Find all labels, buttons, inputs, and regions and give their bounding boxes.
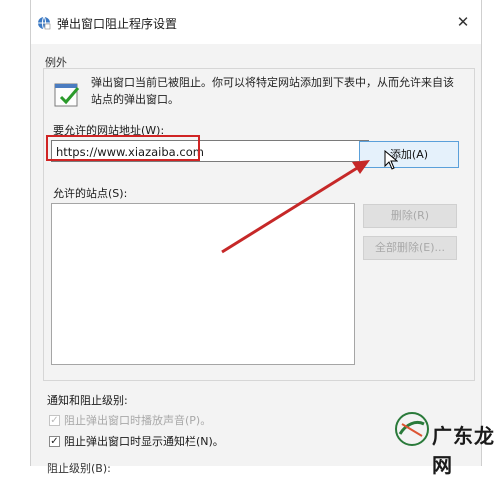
watermark-text: 广东龙网 <box>432 424 495 477</box>
show-notification-bar-option[interactable]: ✓ 阻止弹出窗口时显示通知栏(N)。 <box>49 433 224 449</box>
notifications-group-label: 通知和阻止级别: <box>47 394 128 407</box>
exceptions-description: 弹出窗口当前已被阻止。你可以将特定网站添加到下表中，从而允许来自该站点的弹出窗口… <box>91 76 454 106</box>
show-notification-bar-checkbox[interactable]: ✓ <box>49 435 60 447</box>
popup-blocker-settings-dialog: 弹出窗口阻止程序设置 ✕ 例外 弹出窗口当前已被阻止。你可以将特定网站添加到下表… <box>30 0 482 475</box>
title-bar: 弹出窗口阻止程序设置 ✕ <box>31 0 481 44</box>
block-level-label: 阻止级别(B): <box>47 462 111 475</box>
popup-allowed-icon <box>54 83 80 107</box>
play-sound-option[interactable]: ✓ 阻止弹出窗口时播放声音(P)。 <box>49 412 211 428</box>
play-sound-checkbox[interactable]: ✓ <box>49 414 60 426</box>
allowed-sites-label: 允许的站点(S): <box>53 187 128 200</box>
mouse-cursor-icon <box>384 150 398 170</box>
window-title: 弹出窗口阻止程序设置 <box>57 17 178 31</box>
remove-all-button[interactable]: 全部删除(E)... <box>363 236 457 260</box>
add-button[interactable]: 添加(A) <box>359 141 459 168</box>
highlight-box <box>46 135 200 161</box>
play-sound-label: 阻止弹出窗口时播放声音(P)。 <box>64 414 212 427</box>
show-notification-bar-label: 阻止弹出窗口时显示通知栏(N)。 <box>64 435 224 448</box>
allowed-sites-list[interactable] <box>51 203 355 365</box>
watermark-logo-icon <box>395 412 429 446</box>
remove-button[interactable]: 删除(R) <box>363 204 457 228</box>
ie-globe-icon <box>38 16 51 30</box>
close-button[interactable]: ✕ <box>451 10 475 34</box>
